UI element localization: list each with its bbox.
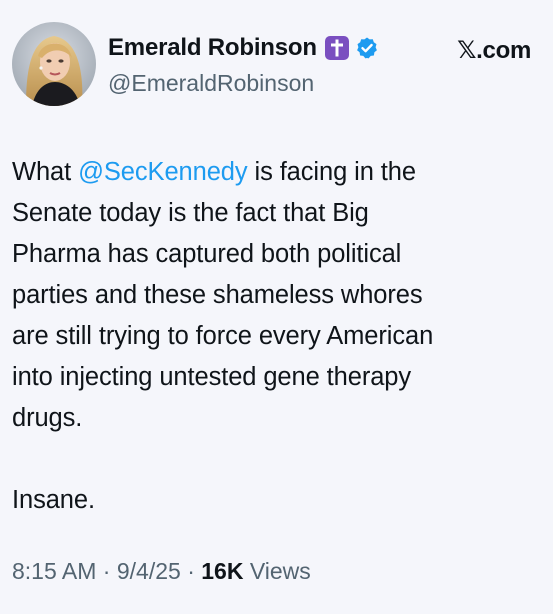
- tweet-line: parties and these shameless whores: [12, 281, 423, 309]
- tweet-text: What @SecKennedy is facing in the Senate…: [12, 152, 537, 521]
- avatar[interactable]: [12, 22, 96, 106]
- tweet-line-prefix: What: [12, 158, 79, 186]
- display-name[interactable]: Emerald Robinson: [108, 34, 317, 62]
- tweet-line: Insane.: [12, 486, 95, 514]
- tweet-line-suffix: is facing in the: [247, 158, 417, 186]
- tweet-line: Senate today is the fact that Big: [12, 199, 369, 227]
- mention-link[interactable]: @SecKennedy: [78, 158, 248, 186]
- tweet-line: Pharma has captured both political: [12, 240, 402, 268]
- name-row: Emerald Robinson: [108, 32, 379, 64]
- tweet-meta: 8:15 AM · 9/4/25 · 16K Views: [12, 558, 311, 585]
- tweet-line: What @SecKennedy is facing in the: [12, 152, 537, 193]
- tweet-line: drugs.: [12, 404, 83, 432]
- tweet-card: Emerald Robinson @EmeraldRobinson 𝕏.com: [0, 0, 553, 614]
- views-count: 16K: [201, 558, 244, 584]
- latin-cross-emoji-icon: [324, 35, 349, 60]
- meta-separator: ·: [102, 558, 117, 584]
- views-label: Views: [249, 558, 311, 584]
- author-identity: Emerald Robinson @EmeraldRobinson: [108, 32, 379, 97]
- author-handle[interactable]: @EmeraldRobinson: [108, 70, 379, 97]
- tweet-date[interactable]: 9/4/25: [117, 558, 181, 584]
- tweet-line: are still trying to force every American: [12, 322, 434, 350]
- meta-separator: ·: [187, 558, 202, 584]
- site-label: 𝕏.com: [457, 37, 531, 64]
- tweet-header: Emerald Robinson @EmeraldRobinson: [12, 22, 379, 106]
- tweet-line: into injecting untested gene therapy: [12, 363, 412, 391]
- verified-badge-icon[interactable]: [355, 36, 379, 60]
- tweet-time[interactable]: 8:15 AM: [12, 558, 96, 584]
